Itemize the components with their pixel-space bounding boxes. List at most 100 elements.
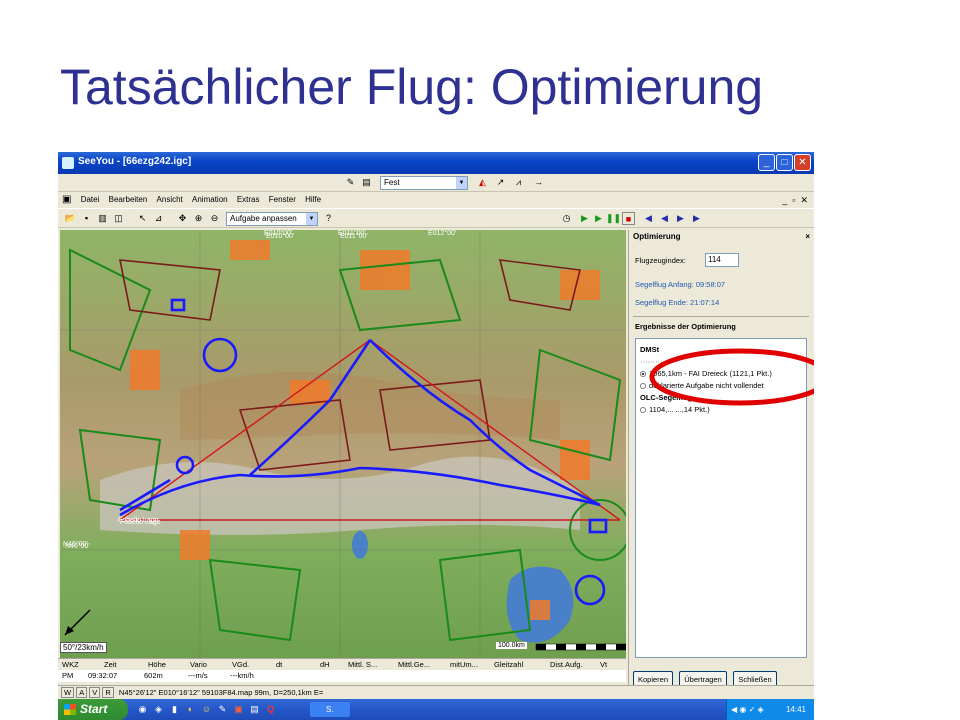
results-list: DMSt ·············· 1065,1km - FAI Dreie… (635, 338, 807, 658)
result-option[interactable]: deklarierte Aufgabe nicht vollendet (640, 381, 764, 390)
tray-icons[interactable]: ◀ ◉ ✓ ◈ (731, 699, 764, 720)
open-icon[interactable]: ▤ (360, 176, 373, 189)
table-cell: ---km/h (230, 671, 254, 680)
first-icon[interactable]: ◀ (642, 212, 655, 225)
view-combo-value: Fest (384, 178, 400, 187)
menu-bar: ▣ Datei Bearbeiten Ansicht Animation Ext… (58, 192, 814, 208)
next-icon[interactable]: ▶ (674, 212, 687, 225)
table-cell: 602m (144, 671, 163, 680)
status-tab-v[interactable]: V (89, 687, 101, 698)
open-file-icon[interactable]: 📂 (64, 212, 77, 225)
menu-extras[interactable]: Extras (237, 192, 260, 208)
quicklaunch-icon[interactable]: ▣ (232, 703, 245, 716)
result-option[interactable]: 1065,1km - FAI Dreieck (1121,1 Pkt.) (640, 369, 772, 378)
optimization-panel: Optimierung × Flugzeugindex: 114 Segelfl… (628, 230, 814, 688)
view-combo[interactable]: Fest ▼ (380, 176, 468, 190)
panel-close-icon[interactable]: × (805, 230, 810, 244)
menu-ansicht[interactable]: Ansicht (157, 192, 183, 208)
quicklaunch-icon[interactable]: ◉ (136, 703, 149, 716)
seeyou-window: SeeYou - [66ezg242.igc] _ □ ✕ ✎ ▤ Fest ▼… (58, 152, 814, 720)
mdi-controls[interactable]: _ ▫ ✕ (782, 192, 808, 208)
panel-body: Flugzeugindex: 114 Segelflug Anfang: 09:… (629, 244, 814, 688)
table-cell: ---m/s (188, 671, 208, 680)
result-option[interactable]: 1104,... ...,14 Pkt.) (640, 405, 710, 414)
zoom-in-icon[interactable]: ⊕ (192, 212, 205, 225)
taskbar: Start ◉ ◈ ▮ ◐ ☺ ✎ ▣ ▤ Q S. ◀ ◉ ✓ ◈ 14:41 (58, 699, 814, 720)
top-toolbar: ✎ ▤ Fest ▼ ◭ ↗ ⩘ → (58, 174, 814, 192)
fast-play-icon[interactable]: ▶ (592, 212, 605, 225)
menu-bearbeiten[interactable]: Bearbeiten (109, 192, 148, 208)
prev-icon[interactable]: ◀ (658, 212, 671, 225)
status-bar: W A V R N45°26'12" E010°16'12" 59103F84.… (58, 685, 814, 699)
window-titlebar: SeeYou - [66ezg242.igc] _ □ ✕ (58, 152, 814, 174)
main-toolbar: 📂 ▪ ▥ ◫ ↖ ⊿ ✥ ⊕ ⊖ Aufgabe anpassen ▼ ? ◷… (58, 208, 814, 228)
quicklaunch-icon[interactable]: ✎ (216, 703, 229, 716)
minimize-button[interactable]: _ (758, 154, 775, 171)
radio-icon[interactable] (640, 407, 646, 414)
app-logo-icon (62, 157, 74, 169)
taskbar-seeyou-button[interactable]: S. (310, 702, 350, 717)
quicklaunch-icon[interactable]: ◈ (152, 703, 165, 716)
doc-icon: ▣ (62, 194, 72, 205)
menu-fenster[interactable]: Fenster (269, 192, 296, 208)
status-tab-a[interactable]: A (76, 687, 88, 698)
menu-animation[interactable]: Animation (192, 192, 228, 208)
dmst-row-partial: ·············· (640, 357, 675, 366)
zoom-combo[interactable]: Aufgabe anpassen ▼ (226, 212, 318, 226)
aircraft-index-input[interactable]: 114 (705, 253, 739, 267)
status-tab-r[interactable]: R (102, 687, 114, 698)
coord-label: E011°00' (338, 230, 366, 237)
measure-icon[interactable]: ⊿ (152, 212, 165, 225)
pan-icon[interactable]: ✥ (176, 212, 189, 225)
pointer-icon[interactable]: ↖ (136, 212, 149, 225)
radio-icon[interactable] (640, 383, 646, 390)
map-view[interactable]: E010°00' E011°00' N46°00' Fobello Lago E… (60, 230, 626, 658)
windows-logo-icon (64, 704, 76, 715)
map-canvas: E010°00' E011°00' N46°00' Fobello Lago (60, 230, 626, 658)
radio-selected-icon[interactable] (640, 371, 646, 378)
group-olc: OLC-Segelflug (640, 393, 693, 402)
quicklaunch-icon[interactable]: ◐ (184, 703, 197, 716)
start-button[interactable]: Start (58, 699, 128, 720)
graph-icon[interactable]: ↗ (494, 176, 507, 189)
coord-label: E010°00' (264, 230, 293, 237)
coord-label: E012°00' (428, 230, 457, 237)
scale-label: 100.0km (496, 642, 527, 649)
glide-end-label: Segelflug Ende: 21:07:14 (635, 298, 720, 307)
place-label: Fobello Lago (118, 517, 159, 524)
chevron-down-icon: ▼ (456, 177, 467, 189)
panel-title: Optimierung (633, 232, 681, 241)
status-text: N45°26'12" E010°16'12" 59103F84.map 99m,… (118, 688, 324, 697)
table-cell: 09:32:07 (88, 671, 118, 680)
barograph-icon[interactable]: ⩘ (512, 176, 525, 189)
table-row[interactable]: PM 09:32:07 602m ---m/s ---km/h (58, 670, 626, 682)
last-icon[interactable]: ▶ (690, 212, 703, 225)
status-tab-w[interactable]: W (61, 687, 75, 698)
stop-icon[interactable]: ■ (622, 212, 635, 225)
play-icon[interactable]: ▶ (578, 212, 591, 225)
preview-icon[interactable]: ◫ (112, 212, 125, 225)
panel-header: Optimierung × (629, 230, 814, 244)
clock-icon[interactable]: ◷ (560, 212, 573, 225)
wind-icon[interactable]: → (532, 176, 545, 189)
print-icon[interactable]: ▥ (96, 212, 109, 225)
zoom-combo-value: Aufgabe anpassen (230, 214, 297, 223)
maximize-button[interactable]: □ (776, 154, 793, 171)
zoom-out-icon[interactable]: ⊖ (208, 212, 221, 225)
result-text: 1104,... ...,14 Pkt.) (649, 405, 710, 414)
quicklaunch-icon[interactable]: ▤ (248, 703, 261, 716)
pause-icon[interactable]: ❚❚ (606, 212, 621, 225)
close-button[interactable]: ✕ (794, 154, 811, 171)
edit-icon[interactable]: ✎ (344, 176, 357, 189)
save-icon[interactable]: ▪ (80, 212, 93, 225)
task-icon[interactable]: ◭ (476, 176, 489, 189)
help-icon[interactable]: ? (322, 212, 335, 225)
table-cell: PM (62, 671, 74, 680)
result-text: deklarierte Aufgabe nicht vollendet (649, 381, 764, 390)
menu-datei[interactable]: Datei (81, 192, 100, 208)
menu-hilfe[interactable]: Hilfe (305, 192, 321, 208)
flight-table-header: WKZ Zeit Höhe Vario VGd. dt dH Mittl. S.… (58, 658, 626, 670)
quicklaunch-icon[interactable]: Q (264, 703, 277, 716)
quicklaunch-icon[interactable]: ▮ (168, 703, 181, 716)
quicklaunch-icon[interactable]: ☺ (200, 703, 213, 716)
